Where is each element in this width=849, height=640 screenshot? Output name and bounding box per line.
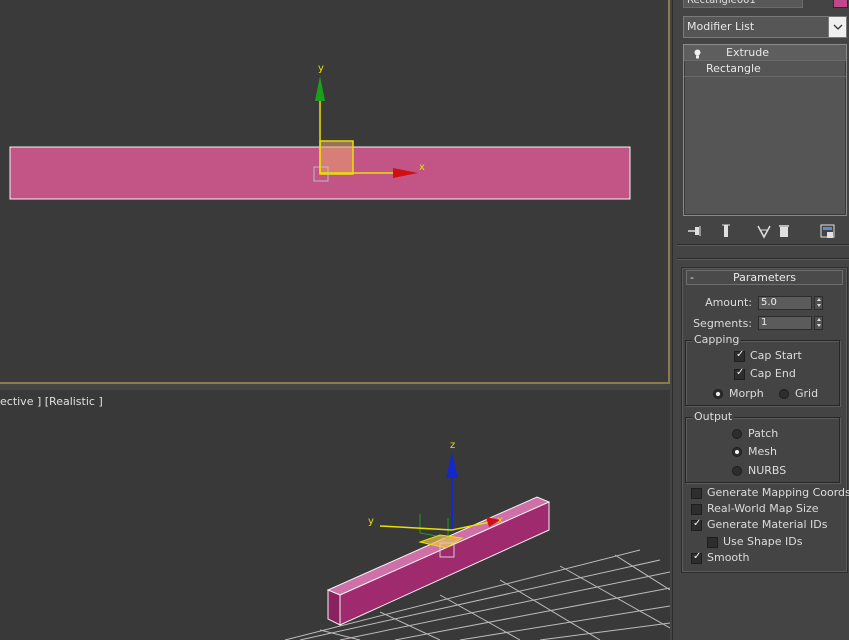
gizmo-green-guide	[419, 514, 449, 539]
chevron-down-icon[interactable]	[828, 17, 846, 37]
cap-start-checkbox[interactable]	[734, 349, 745, 362]
cap-end-checkbox[interactable]	[734, 367, 745, 380]
amount-field[interactable]: 5.0	[758, 296, 812, 310]
mesh-radio[interactable]	[732, 447, 742, 457]
segments-label: Segments:	[693, 317, 752, 330]
output-group-title: Output	[692, 410, 735, 423]
make-unique-icon[interactable]	[755, 222, 773, 240]
morph-radio[interactable]	[713, 389, 723, 399]
gizmo-x-label-3d: x	[497, 515, 503, 526]
stack-item-extrude[interactable]: Extrude	[684, 45, 846, 61]
nurbs-radio[interactable]	[732, 466, 742, 476]
gizmo-y-label-3d: y	[368, 516, 374, 527]
segments-spinner[interactable]	[814, 316, 823, 330]
use-shape-ids-checkbox[interactable]	[707, 537, 718, 548]
use-shape-ids-label[interactable]: Use Shape IDs	[723, 535, 802, 548]
patch-label[interactable]: Patch	[748, 427, 778, 440]
modifier-stack[interactable]: Extrude Rectangle	[683, 44, 847, 216]
viewport-pov-label[interactable]: ective ]	[0, 395, 41, 408]
grid-radio[interactable]	[779, 389, 789, 399]
segments-field[interactable]: 1	[758, 316, 812, 330]
smooth-label[interactable]: Smooth	[707, 551, 749, 564]
viewport-label: ective ] [Realistic ]	[0, 395, 103, 408]
command-panel: Rectangle001 Modifier List Extrude Recta…	[672, 0, 849, 640]
real-world-map-size-label[interactable]: Real-World Map Size	[707, 502, 819, 515]
gizmo-xy-plane-handle[interactable]	[319, 140, 354, 175]
top-viewport-canvas[interactable]: y x	[0, 0, 670, 384]
perspective-viewport-canvas[interactable]: z y x	[0, 390, 670, 640]
patch-radio[interactable]	[732, 429, 742, 439]
generate-material-ids-checkbox[interactable]	[691, 518, 702, 531]
gizmo-y-arrow-icon[interactable]	[315, 76, 325, 101]
cap-start-label[interactable]: Cap Start	[750, 349, 802, 362]
box-end-face[interactable]	[327, 589, 341, 626]
generate-material-ids-label[interactable]: Generate Material IDs	[707, 518, 828, 531]
cap-end-label[interactable]: Cap End	[750, 367, 796, 380]
collapse-icon: -	[690, 271, 694, 284]
stack-item-label: Rectangle	[706, 62, 761, 75]
output-group: Output Patch Mesh NURBS	[685, 411, 840, 483]
generate-mapping-coords-label[interactable]: Generate Mapping Coords.	[707, 486, 849, 499]
viewport-shading-label[interactable]: [Realistic ]	[45, 395, 103, 408]
morph-label[interactable]: Morph	[729, 387, 764, 400]
lightbulb-icon[interactable]	[693, 48, 702, 59]
top-viewport[interactable]: y x	[0, 0, 670, 384]
stack-item-label: Extrude	[726, 46, 770, 59]
gizmo-y-axis-3d[interactable]	[379, 525, 453, 531]
remove-modifier-icon[interactable]	[775, 222, 793, 240]
generate-mapping-coords-checkbox[interactable]	[691, 488, 702, 499]
stack-toolbar	[683, 222, 847, 240]
amount-label: Amount:	[705, 296, 752, 309]
nurbs-label[interactable]: NURBS	[748, 464, 786, 477]
modifier-list-label: Modifier List	[687, 20, 755, 33]
amount-spinner[interactable]	[814, 296, 823, 310]
parameters-rollout-header[interactable]: - Parameters	[686, 270, 843, 285]
smooth-checkbox[interactable]	[691, 551, 702, 564]
gizmo-x-label: x	[419, 162, 425, 173]
perspective-viewport[interactable]: z y x ective ] [Realistic ]	[0, 390, 670, 640]
mesh-label[interactable]: Mesh	[748, 445, 777, 458]
parameters-rollout: - Parameters Amount: 5.0 Segments: 1 Cap…	[681, 267, 849, 573]
capping-group: Capping Cap Start Cap End Morph Grid	[685, 334, 840, 406]
gizmo-z-label: z	[450, 440, 455, 451]
panel-divider	[677, 258, 849, 260]
object-color-swatch[interactable]	[833, 0, 848, 8]
pin-stack-icon[interactable]	[685, 222, 703, 240]
panel-divider	[677, 244, 849, 246]
modifier-list-dropdown[interactable]: Modifier List	[683, 16, 847, 38]
gizmo-z-arrow-icon[interactable]	[446, 452, 458, 478]
stack-item-rectangle[interactable]: Rectangle	[684, 61, 846, 77]
configure-modifier-sets-icon[interactable]	[819, 222, 837, 240]
object-name-field[interactable]: Rectangle001	[683, 0, 803, 8]
show-end-result-icon[interactable]	[717, 222, 735, 240]
grid-label[interactable]: Grid	[795, 387, 818, 400]
capping-group-title: Capping	[692, 333, 742, 346]
rollout-title: Parameters	[733, 271, 796, 284]
gizmo-y-label: y	[318, 63, 324, 74]
real-world-map-size-checkbox[interactable]	[691, 504, 702, 515]
